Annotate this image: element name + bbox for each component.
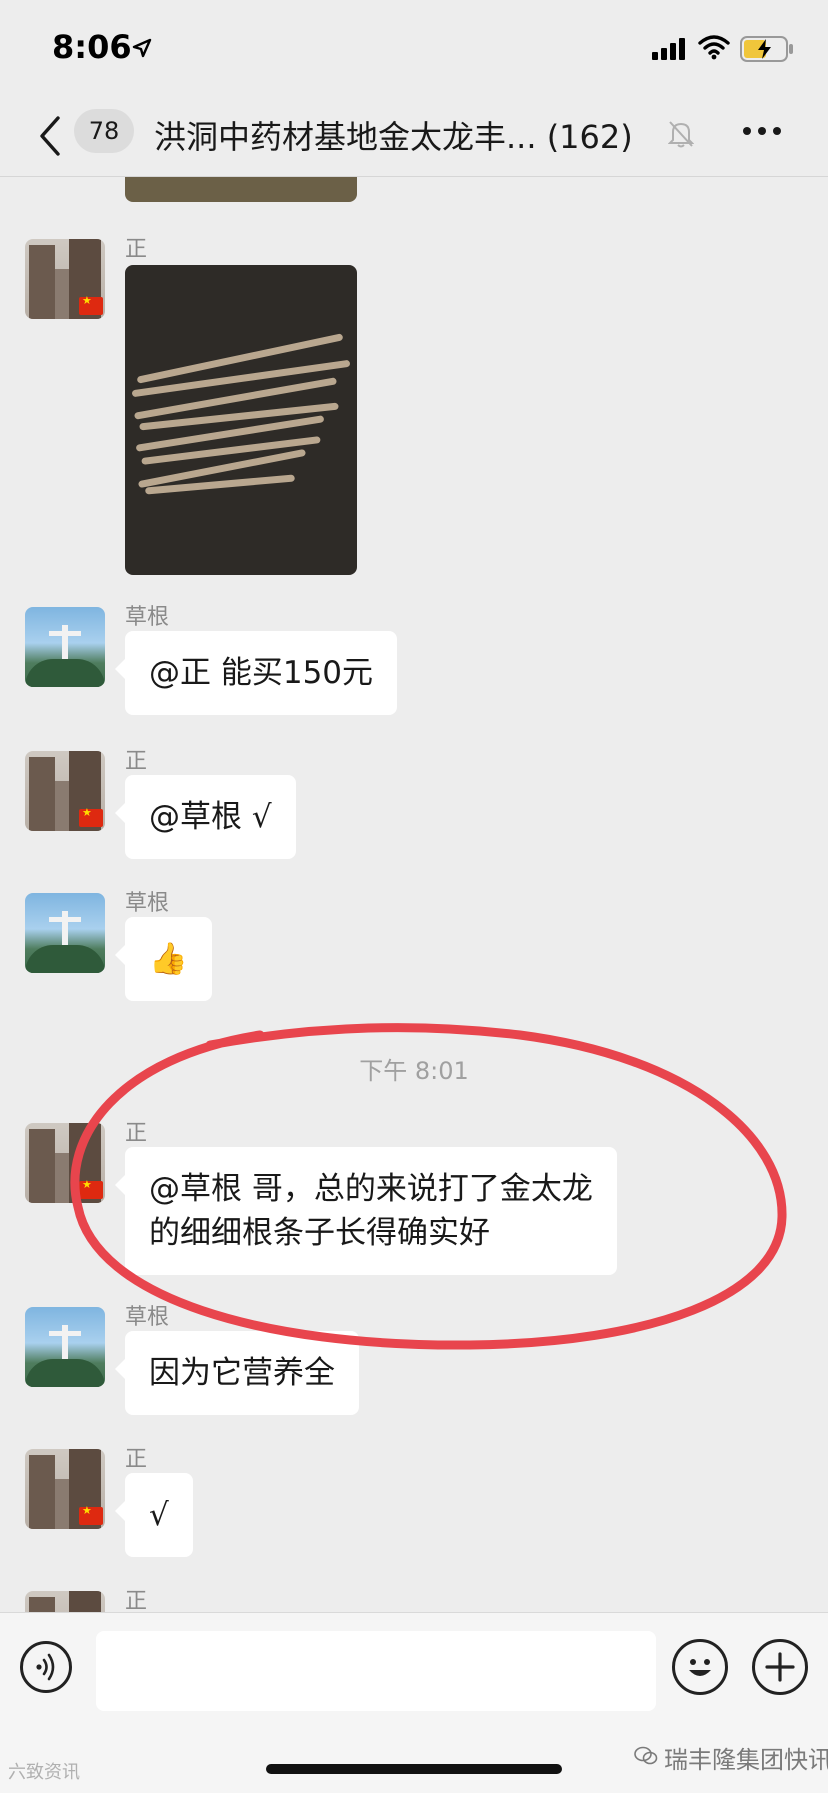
battery-charging-icon xyxy=(740,36,793,62)
avatar-caogen[interactable] xyxy=(25,1307,105,1387)
avatar-zheng[interactable] xyxy=(25,1123,105,1203)
sender-name: 草根 xyxy=(125,605,170,630)
muted-bell-icon xyxy=(668,121,694,148)
cellular-signal-icon xyxy=(652,38,685,60)
more-options-icon[interactable] xyxy=(742,126,782,136)
message-bubble[interactable]: @草根 √ xyxy=(115,775,296,859)
status-time: 8:06 xyxy=(52,28,132,66)
plus-icon[interactable] xyxy=(752,1639,808,1695)
message-bubble[interactable]: @草根 哥，总的来说打了金太龙 的细细根条子长得确实好 xyxy=(115,1147,617,1275)
avatar-zheng[interactable] xyxy=(25,239,105,319)
sender-name: 正 xyxy=(125,1121,148,1146)
sender-name: 正 xyxy=(125,1447,148,1472)
back-chevron-icon[interactable] xyxy=(36,114,62,158)
message-bubble[interactable]: √ xyxy=(115,1473,193,1557)
message-line: 的细细根条子长得确实好 xyxy=(149,1215,490,1251)
emoji-icon[interactable] xyxy=(672,1639,728,1695)
sender-name: 正 xyxy=(125,749,148,774)
chat-header: 78 洪洞中药材基地金太龙丰... (162) xyxy=(0,96,828,177)
avatar-zheng[interactable] xyxy=(25,1591,105,1612)
home-indicator[interactable] xyxy=(266,1764,562,1774)
avatar-zheng[interactable] xyxy=(25,751,105,831)
sender-name: 草根 xyxy=(125,891,170,916)
wechat-logo-icon xyxy=(634,1746,658,1765)
sender-name: 正 xyxy=(125,1589,148,1612)
sender-name: 草根 xyxy=(125,1305,170,1330)
sender-name: 正 xyxy=(125,237,148,262)
watermark-left: 六致资讯 xyxy=(8,1762,80,1783)
chat-title: 洪洞中药材基地金太龙丰... (162) xyxy=(154,118,633,156)
message-list[interactable]: 正 草根 @正 能买150元 正 @草根 √ 草根 👍 xyxy=(0,177,828,1612)
watermark-right: 瑞丰隆集团快讯 xyxy=(664,1746,828,1774)
message-bubble[interactable]: @正 能买150元 xyxy=(114,631,398,715)
avatar-caogen[interactable] xyxy=(25,607,105,687)
status-bar: 8:06 xyxy=(0,0,828,96)
voice-input-icon[interactable] xyxy=(20,1641,72,1693)
message-input[interactable] xyxy=(96,1631,656,1711)
wifi-icon xyxy=(698,35,730,60)
avatar-zheng[interactable] xyxy=(25,1449,105,1529)
root-photo[interactable] xyxy=(125,265,357,575)
unread-count-badge[interactable]: 78 xyxy=(74,109,134,153)
timestamp: 下午 8:01 xyxy=(359,1057,469,1085)
message-line: @草根 哥，总的来说打了金太龙 xyxy=(149,1171,593,1207)
message-bubble[interactable]: 因为它营养全 xyxy=(115,1331,359,1415)
partial-image-message[interactable] xyxy=(125,177,357,202)
avatar-caogen[interactable] xyxy=(25,893,105,973)
thumbs-up-icon[interactable]: 👍 xyxy=(115,917,212,1001)
location-arrow-icon xyxy=(132,38,152,58)
